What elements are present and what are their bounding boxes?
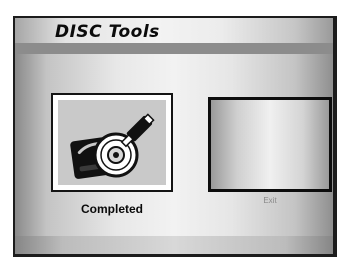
- disc-tool-label: Completed: [80, 202, 143, 216]
- bottom-band: [15, 236, 333, 254]
- exit-tile[interactable]: [208, 97, 332, 192]
- disc-drive-cleaning-icon: [70, 113, 155, 179]
- disc-tools-screen: DISC Tools Completed Exit: [15, 18, 333, 254]
- exit-label[interactable]: Exit: [208, 196, 332, 205]
- disc-tool-tile[interactable]: [51, 93, 173, 192]
- title-bar: DISC Tools: [15, 18, 333, 43]
- page-title: DISC Tools: [55, 22, 160, 42]
- title-underline: [15, 43, 333, 54]
- disc-tool-icon-panel: [58, 100, 166, 185]
